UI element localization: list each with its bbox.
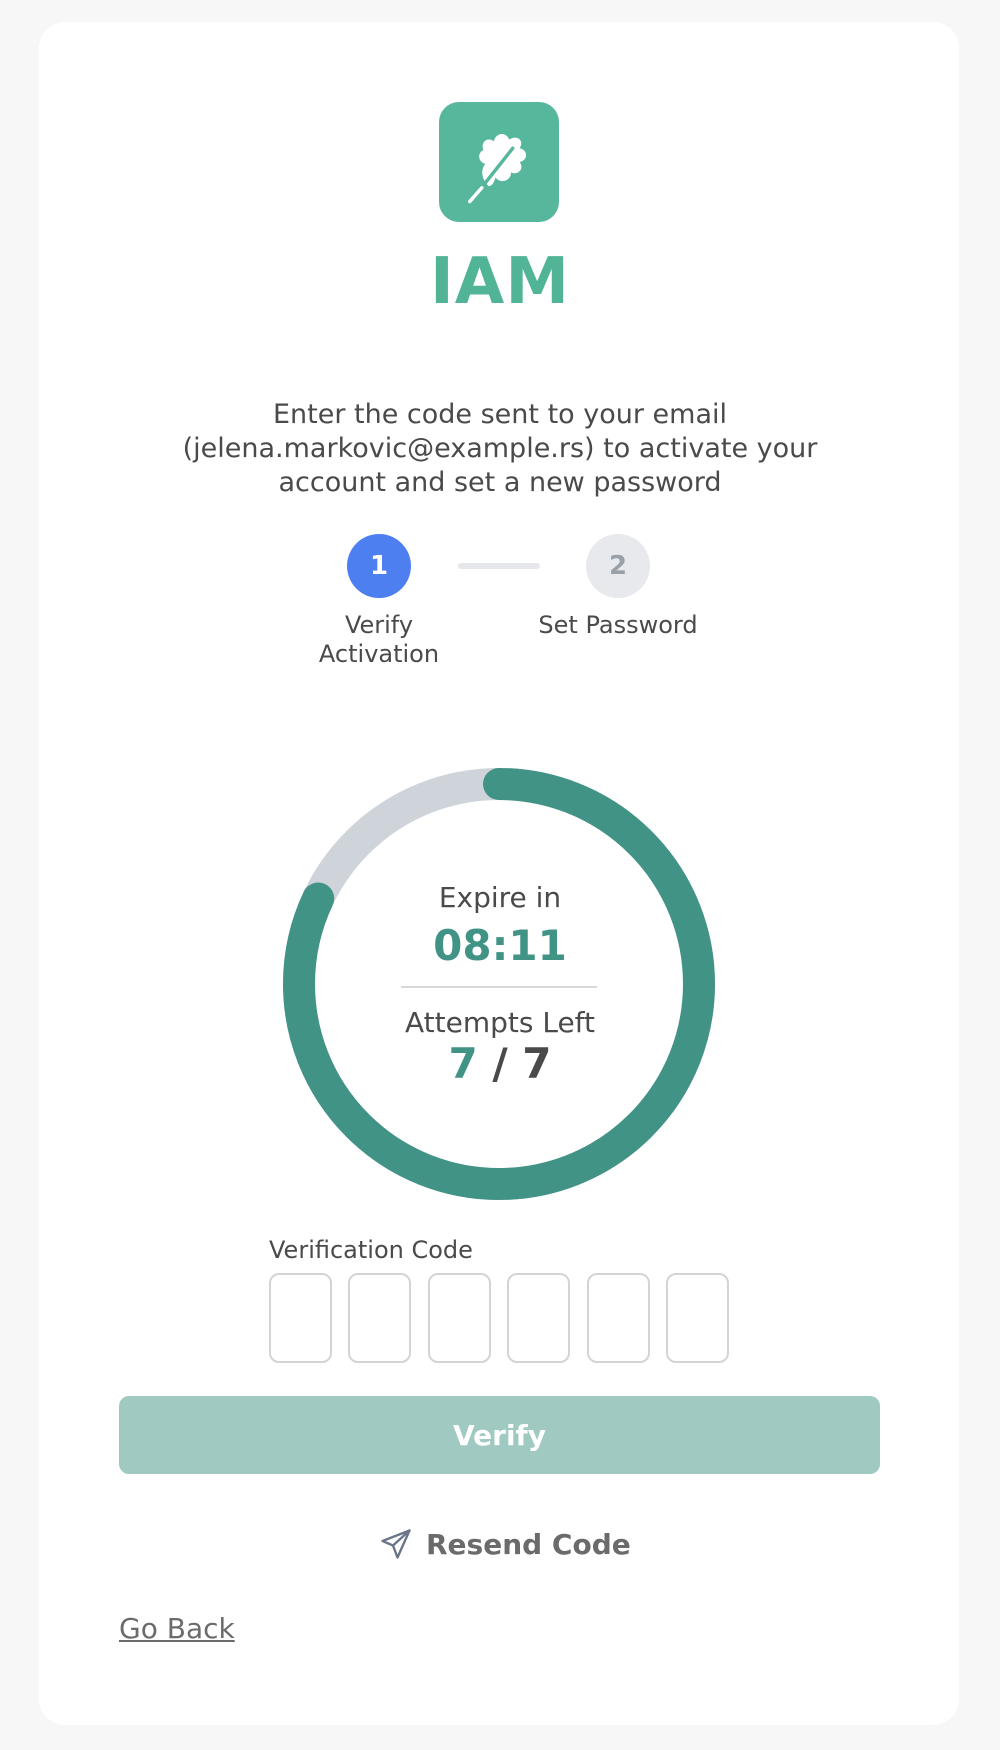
expire-label: Expire in — [438, 881, 562, 914]
code-digit-6[interactable] — [666, 1273, 729, 1363]
code-digit-2[interactable] — [348, 1273, 411, 1363]
step-1-indicator: 1 — [347, 534, 411, 598]
oak-leaf-icon — [468, 133, 527, 204]
resend-code-label: Resend Code — [426, 1527, 631, 1561]
verify-button[interactable]: Verify — [119, 1396, 880, 1474]
attempts-separator: / — [492, 1039, 508, 1088]
ring-divider — [401, 986, 597, 988]
instructions-text: Enter the code sent to your email (jelen… — [182, 399, 818, 498]
code-digit-3[interactable] — [428, 1273, 491, 1363]
attempts-left: 7 — [448, 1039, 478, 1088]
logo — [439, 102, 559, 222]
verification-code-label: Verification Code — [269, 1236, 473, 1264]
attempts-label: Attempts Left — [404, 1006, 596, 1039]
code-digit-5[interactable] — [587, 1273, 650, 1363]
attempts-value: 7 / 7 — [0, 1039, 1000, 1088]
step-connector — [458, 563, 540, 569]
send-icon — [381, 1529, 411, 1559]
step-2-indicator: 2 — [586, 534, 650, 598]
code-digit-1[interactable] — [269, 1273, 332, 1363]
countdown-ring — [283, 768, 715, 1200]
resend-code-button[interactable]: Resend Code — [378, 1522, 631, 1566]
code-digit-4[interactable] — [507, 1273, 570, 1363]
step-2-label: Set Password — [538, 611, 698, 639]
brand-name: IAM — [429, 245, 571, 319]
step-1-label: Verify Activation — [318, 611, 440, 668]
countdown-time: 08:11 — [433, 921, 567, 970]
go-back-link[interactable]: Go Back — [119, 1612, 235, 1645]
attempts-total: 7 — [522, 1039, 552, 1088]
